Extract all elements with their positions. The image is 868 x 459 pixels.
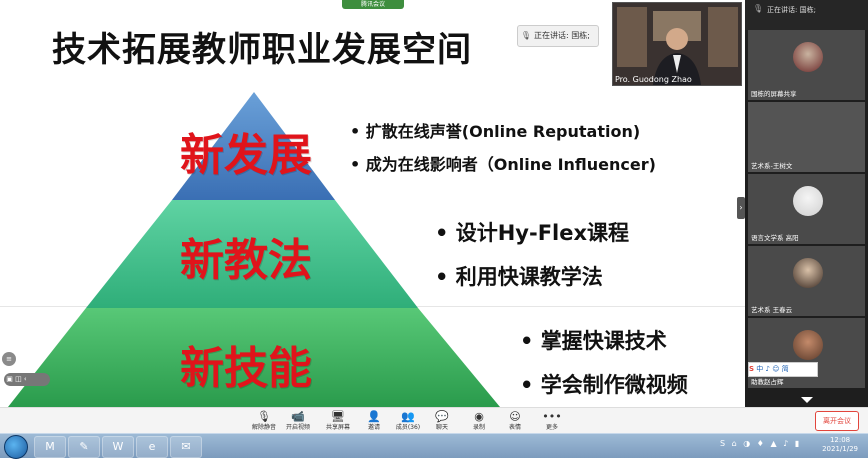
more-icon: ••• bbox=[542, 410, 562, 423]
participant-name: 语言文学系 高阳 bbox=[751, 234, 799, 242]
participant-tile[interactable]: 语言文学系 高阳 bbox=[748, 174, 865, 244]
meeting-top-tab-label: 腾讯会议 bbox=[360, 1, 385, 8]
system-tray[interactable]: S ⌂ ◑ ♦ ▲ ♪ ▮ bbox=[720, 439, 801, 448]
toolbar-label: 解除静音 bbox=[251, 424, 276, 431]
participant-tile[interactable]: 国栋的屏幕共享 bbox=[748, 30, 865, 100]
toolbar-label: 开启视频 bbox=[285, 424, 310, 431]
clock-time: 12:08 bbox=[829, 436, 851, 444]
emoji-icon: ☺ bbox=[509, 410, 521, 423]
start-button[interactable] bbox=[4, 435, 28, 459]
leave-meeting-button[interactable]: 离开会议 bbox=[815, 411, 859, 431]
paint-taskbar-icon[interactable]: ✎ bbox=[68, 436, 100, 458]
level-1-label: 新发展 bbox=[180, 130, 312, 181]
level-2-label: 新教法 bbox=[180, 235, 312, 286]
sogou-icon: S bbox=[749, 365, 755, 373]
word-taskbar-icon[interactable]: W bbox=[102, 436, 134, 458]
meeting-toolbar: 🎙 解除静音 📹 开启视频 🖥 共享屏幕 👤 邀请 👥 成员(36) 💬 聊天 … bbox=[0, 407, 868, 434]
more-button[interactable]: ••• 更多 bbox=[534, 410, 570, 434]
panel-header: 🎙 正在讲话: 国栋; bbox=[745, 0, 868, 30]
toolbar-label: 邀请 bbox=[367, 424, 380, 431]
level-1-bullet-1: • 扩散在线声誉(Online Reputation) bbox=[350, 122, 641, 141]
clock-date: 2021/1/29 bbox=[822, 445, 858, 453]
chat-button[interactable]: 💬 聊天 bbox=[424, 410, 460, 434]
record-icon: ◉ bbox=[474, 410, 484, 423]
camera-off-icon: 📹 bbox=[291, 410, 305, 423]
wechat-taskbar-icon[interactable]: ✉ bbox=[170, 436, 202, 458]
avatar bbox=[793, 186, 823, 216]
participant-name: 艺术系 王春云 bbox=[751, 306, 793, 314]
toolbar-label: 成员(36) bbox=[395, 424, 421, 431]
share-screen-icon: 🖥 bbox=[331, 410, 345, 423]
ime-status: 中 ♪ ☺ 简 bbox=[756, 365, 789, 373]
start-video-button[interactable]: 📹 开启视频 bbox=[280, 410, 316, 434]
level-3-label: 新技能 bbox=[180, 343, 312, 394]
speaker-video-name: Pro. Guodong Zhao bbox=[615, 75, 692, 84]
share-screen-button[interactable]: 🖥 共享屏幕 bbox=[320, 410, 356, 434]
participant-tile[interactable]: 助教赵占辉 bbox=[748, 318, 865, 388]
toolbar-label: 共享屏幕 bbox=[325, 424, 350, 431]
ime-toolbar[interactable]: S 中 ♪ ☺ 简 bbox=[748, 362, 818, 377]
level-2-bullet-2: • 利用快课教学法 bbox=[435, 265, 603, 289]
emoji-button[interactable]: ☺ 表情 bbox=[497, 410, 533, 434]
meeting-top-tab[interactable]: 腾讯会议 bbox=[342, 0, 404, 9]
participant-name: 助教赵占辉 bbox=[751, 378, 784, 386]
clock[interactable]: 12:08 2021/1/29 bbox=[822, 436, 858, 454]
mic-icon: 🎙 bbox=[520, 31, 532, 40]
ie-taskbar-icon[interactable]: e bbox=[136, 436, 168, 458]
toolbar-label: 更多 bbox=[545, 424, 558, 431]
panel-speaking-text: 正在讲话: 国栋; bbox=[767, 6, 816, 14]
avatar bbox=[793, 42, 823, 72]
participant-name: 国栋的屏幕共享 bbox=[751, 90, 797, 98]
participant-tile[interactable]: 艺术系-王树文 bbox=[748, 102, 865, 172]
avatar bbox=[793, 258, 823, 288]
slide-title: 技术拓展教师职业发展空间 bbox=[52, 30, 472, 70]
level-2-bullet-1: • 设计Hy-Flex课程 bbox=[435, 221, 630, 245]
scroll-down-icon[interactable] bbox=[801, 397, 813, 403]
mic-icon: 🎙 bbox=[753, 4, 764, 13]
fullscreen-icon[interactable]: ▣ ◫ ‹ bbox=[4, 375, 26, 383]
chat-icon: 💬 bbox=[435, 410, 449, 423]
panel-collapse-button[interactable]: › bbox=[737, 197, 745, 219]
invite-icon: 👤 bbox=[367, 410, 381, 423]
speaking-indicator: 🎙 正在讲话: 国栋; bbox=[517, 25, 599, 47]
mic-muted-icon: 🎙 bbox=[257, 410, 271, 423]
windows-taskbar: M ✎ W e ✉ S ⌂ ◑ ♦ ▲ ♪ ▮ 12:08 2021/1/29 bbox=[0, 433, 868, 459]
tencent-meeting-taskbar-icon[interactable]: M bbox=[34, 436, 66, 458]
avatar bbox=[793, 330, 823, 360]
speaker-video[interactable]: Pro. Guodong Zhao bbox=[612, 2, 742, 86]
level-3-bullet-1: • 掌握快课技术 bbox=[520, 329, 667, 353]
toolbar-label: 表情 bbox=[508, 424, 521, 431]
record-button[interactable]: ◉ 录制 bbox=[461, 410, 497, 434]
speaking-text: 正在讲话: 国栋; bbox=[534, 31, 590, 40]
members-button[interactable]: 👥 成员(36) bbox=[390, 410, 426, 434]
speaker-video-frame bbox=[613, 3, 741, 85]
unmute-button[interactable]: 🎙 解除静音 bbox=[246, 410, 282, 434]
members-icon: 👥 bbox=[401, 410, 415, 423]
menu-icon[interactable]: ≡ bbox=[2, 352, 16, 366]
participant-panel: 🎙 正在讲话: 国栋; 国栋的屏幕共享 艺术系-王树文 语言文学系 高阳 艺术系… bbox=[745, 0, 868, 407]
participant-tile[interactable]: 艺术系 王春云 bbox=[748, 246, 865, 316]
level-1-bullet-2: • 成为在线影响者（Online Influencer) bbox=[350, 155, 656, 174]
toolbar-label: 聊天 bbox=[435, 424, 448, 431]
invite-button[interactable]: 👤 邀请 bbox=[356, 410, 392, 434]
participant-name: 艺术系-王树文 bbox=[751, 162, 793, 170]
level-3-bullet-2: • 学会制作微视频 bbox=[520, 373, 688, 397]
view-controls[interactable]: ▣ ◫ ‹ bbox=[4, 373, 50, 386]
toolbar-label: 录制 bbox=[472, 424, 485, 431]
